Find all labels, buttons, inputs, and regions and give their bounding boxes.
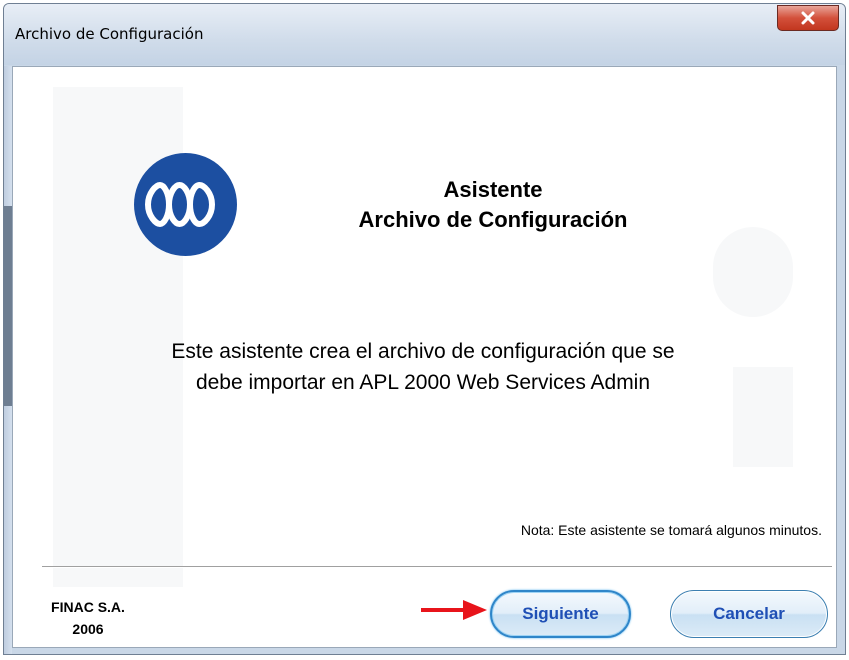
dialog-window: Archivo de Configuración Asistente Archi… bbox=[3, 3, 846, 655]
company-name: FINAC S.A. bbox=[51, 599, 125, 615]
close-button[interactable] bbox=[777, 5, 839, 31]
description-line1: Este asistente crea el archivo de config… bbox=[171, 340, 675, 363]
footer-divider bbox=[42, 566, 832, 568]
window-left-border bbox=[4, 66, 12, 654]
wizard-content: Asistente Archivo de Configuración Este … bbox=[12, 66, 837, 648]
title-bar[interactable]: Archivo de Configuración bbox=[4, 4, 845, 65]
note-text: Nota: Este asistente se tomará algunos m… bbox=[520, 522, 822, 538]
description-line2: debe importar en APL 2000 Web Services A… bbox=[195, 371, 651, 394]
finac-logo bbox=[134, 153, 237, 256]
company-year: 2006 bbox=[72, 621, 104, 637]
red-arrow-icon bbox=[421, 600, 487, 620]
next-button[interactable]: Siguiente bbox=[490, 590, 631, 638]
watermark-shape bbox=[713, 227, 793, 317]
wizard-title-line2: Archivo de Configuración bbox=[358, 207, 628, 232]
wizard-title-line1: Asistente bbox=[443, 177, 543, 202]
cancel-button[interactable]: Cancelar bbox=[670, 590, 828, 638]
window-title: Archivo de Configuración bbox=[15, 25, 204, 43]
window-border-shadow bbox=[4, 206, 12, 406]
close-icon bbox=[801, 11, 815, 25]
